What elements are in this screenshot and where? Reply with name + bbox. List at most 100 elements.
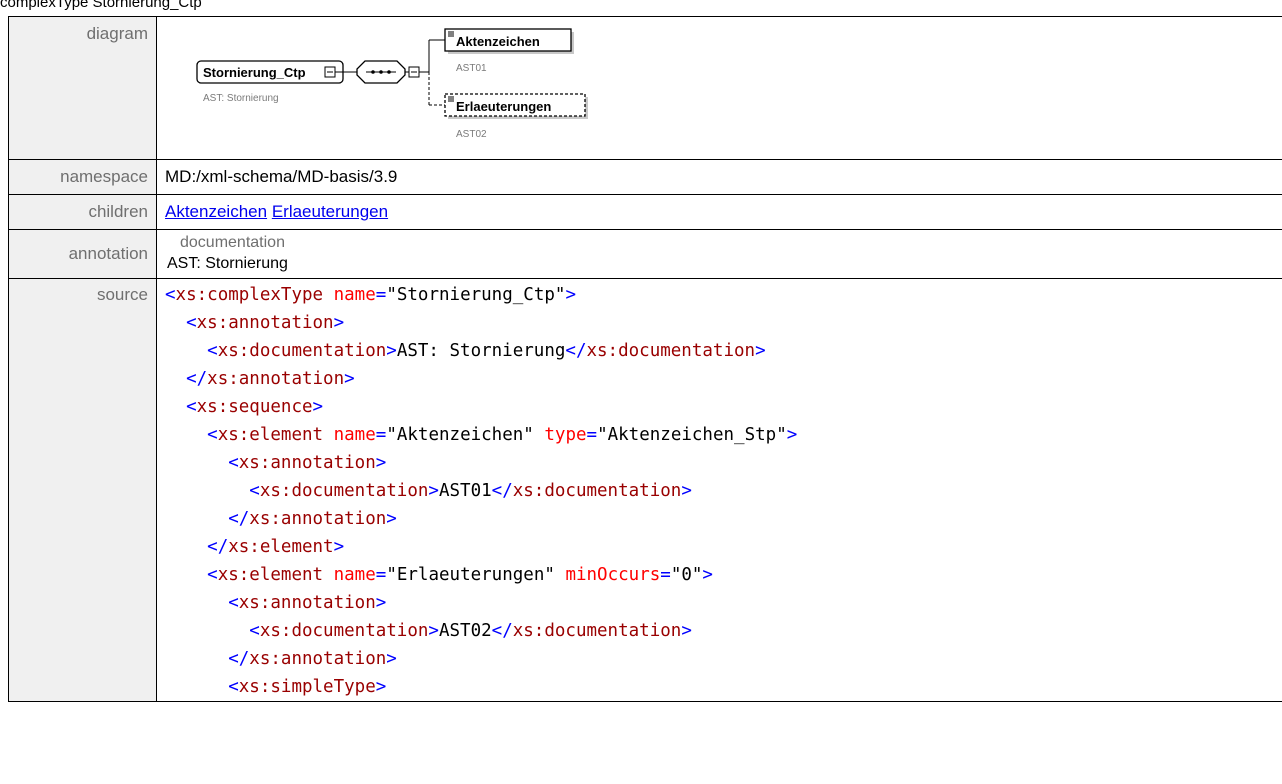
source-token	[534, 425, 545, 445]
source-token: >	[375, 453, 387, 473]
source-token: >	[755, 341, 766, 361]
source-token: >	[386, 341, 397, 361]
source-token: <	[228, 453, 239, 473]
source-token: "0"	[670, 565, 703, 585]
root-type-box[interactable]: Stornierung_Ctp	[196, 60, 344, 84]
annotation-label: annotation	[8, 229, 157, 279]
source-line: <xs:annotation>	[165, 309, 1282, 337]
source-token: =	[375, 565, 387, 585]
root-type-name: Stornierung_Ctp	[203, 65, 306, 80]
source-token: >	[344, 369, 355, 389]
source-token: "Stornierung_Ctp"	[386, 285, 566, 305]
source-token	[323, 425, 334, 445]
source-token: AST: Stornierung	[396, 341, 566, 361]
source-token: </	[491, 481, 513, 501]
source-token: xs:documentation	[217, 341, 387, 361]
source-token	[323, 285, 334, 305]
source-token: xs:documentation	[259, 621, 429, 641]
source-token: </	[228, 509, 250, 529]
child-element-erlaeuterungen[interactable]: Erlaeuterungen	[444, 93, 588, 119]
source-token: >	[681, 481, 692, 501]
source-line: <xs:documentation>AST02</xs:documentatio…	[165, 617, 1282, 645]
source-token: xs:documentation	[259, 481, 429, 501]
source-token: xs:simpleType	[238, 677, 376, 697]
source-token: xs:annotation	[249, 649, 387, 669]
source-token: xs:element	[217, 565, 324, 585]
source-token	[323, 565, 334, 585]
source-line: <xs:annotation>	[165, 449, 1282, 477]
root-expand-icon[interactable]	[324, 66, 336, 78]
annotation-value: documentation AST: Stornierung	[156, 229, 1282, 279]
properties-table: diagram Stornierung_Ctp AST: Stornierung	[8, 16, 1282, 702]
source-token: >	[702, 565, 713, 585]
root-type-doc: AST: Stornierung	[203, 93, 279, 104]
source-token: xs:documentation	[512, 621, 682, 641]
source-token: <	[228, 593, 239, 613]
source-token: minOccurs	[565, 565, 661, 585]
annotation-row: annotation documentation AST: Stornierun…	[8, 229, 1282, 279]
documentation-text: AST: Stornierung	[167, 255, 288, 272]
source-token	[165, 481, 249, 501]
source-token	[165, 341, 207, 361]
source-token: AST02	[438, 621, 492, 641]
source-line: <xs:documentation>AST: Stornierung</xs:d…	[165, 337, 1282, 365]
child1-doc: AST01	[456, 63, 487, 74]
child1-name: Aktenzeichen	[456, 34, 540, 49]
source-token: >	[375, 677, 387, 697]
source-code: <xs:complexType name="Stornierung_Ctp"> …	[165, 279, 1282, 701]
child-link-aktenzeichen[interactable]: Aktenzeichen	[165, 202, 267, 221]
source-line: <xs:simpleType>	[165, 673, 1282, 701]
source-token: <	[186, 397, 197, 417]
source-line: <xs:annotation>	[165, 589, 1282, 617]
source-token: </	[228, 649, 250, 669]
source-token: xs:documentation	[586, 341, 756, 361]
source-token: name	[333, 425, 376, 445]
schema-diagram: Stornierung_Ctp AST: Stornierung Aktenze…	[165, 17, 1282, 152]
source-token: <	[207, 565, 218, 585]
children-value: Aktenzeichen Erlaeuterungen	[156, 194, 1282, 230]
source-token	[165, 369, 186, 389]
source-line: </xs:annotation>	[165, 365, 1282, 393]
children-row: children Aktenzeichen Erlaeuterungen	[8, 194, 1282, 230]
source-token: =	[586, 425, 598, 445]
source-token	[165, 313, 186, 333]
source-token: >	[375, 593, 387, 613]
source-token: <	[186, 313, 197, 333]
source-token	[165, 425, 207, 445]
source-token	[165, 649, 228, 669]
source-line: <xs:sequence>	[165, 393, 1282, 421]
page-title: complexType Stornierung_Ctp	[0, 0, 202, 11]
source-token: </	[207, 537, 229, 557]
source-token: >	[565, 285, 576, 305]
source-line: </xs:element>	[165, 533, 1282, 561]
source-row: source <xs:complexType name="Stornierung…	[8, 278, 1282, 702]
source-token: =	[375, 425, 387, 445]
source-token: <	[228, 677, 239, 697]
child-element-aktenzeichen[interactable]: Aktenzeichen	[444, 28, 574, 54]
source-line: <xs:element name="Aktenzeichen" type="Ak…	[165, 421, 1282, 449]
source-token: type	[544, 425, 587, 445]
source-token	[165, 565, 207, 585]
sequence-icon[interactable]	[356, 60, 406, 84]
source-token: "Aktenzeichen"	[386, 425, 534, 445]
source-line: <xs:documentation>AST01</xs:documentatio…	[165, 477, 1282, 505]
child2-name: Erlaeuterungen	[456, 99, 551, 114]
children-label: children	[8, 194, 157, 230]
source-token: =	[660, 565, 671, 585]
source-token: <	[165, 285, 176, 305]
namespace-value: MD:/xml-schema/MD-basis/3.9	[156, 159, 1282, 195]
source-token: >	[786, 425, 798, 445]
source-token: xs:annotation	[238, 453, 376, 473]
source-token: AST01	[438, 481, 492, 501]
namespace-label: namespace	[8, 159, 157, 195]
source-token	[165, 621, 249, 641]
source-token: xs:annotation	[249, 509, 387, 529]
sequence-expand-icon[interactable]	[408, 66, 420, 78]
source-token	[165, 453, 228, 473]
source-token: "Aktenzeichen_Stp"	[597, 425, 787, 445]
schema-diagram-svg: Stornierung_Ctp AST: Stornierung Aktenze…	[196, 28, 588, 140]
child-link-erlaeuterungen[interactable]: Erlaeuterungen	[272, 202, 388, 221]
source-value: <xs:complexType name="Stornierung_Ctp"> …	[156, 278, 1282, 702]
source-token: xs:element	[228, 537, 334, 557]
source-token: >	[333, 313, 345, 333]
